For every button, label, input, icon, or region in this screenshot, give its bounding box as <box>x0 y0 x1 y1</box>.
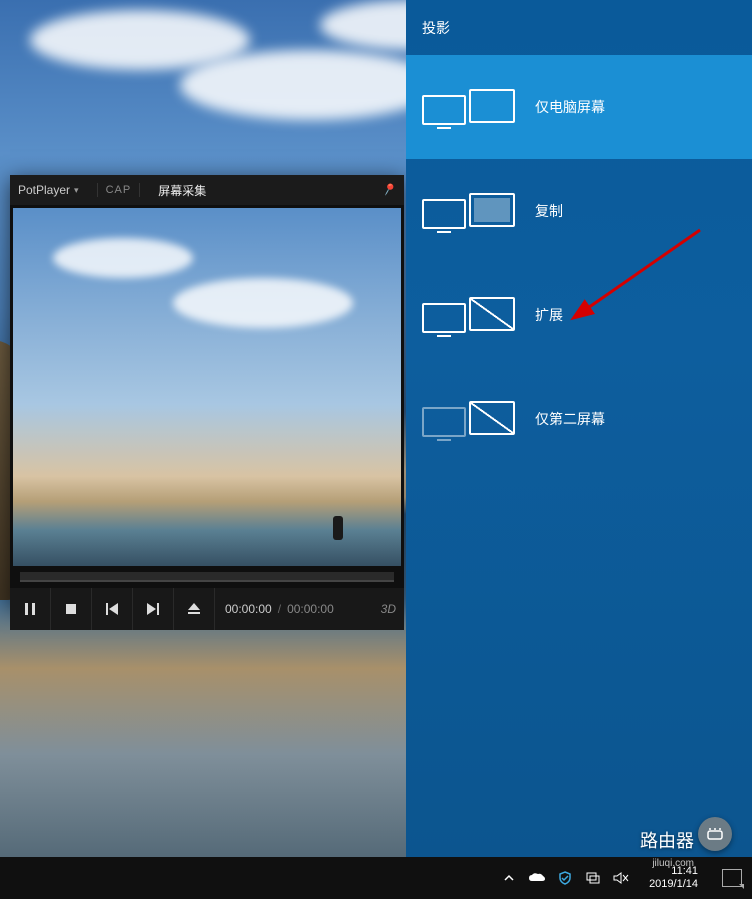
chevron-down-icon: ▾ <box>74 185 79 196</box>
watermark-subtext: jiluqi.com <box>652 858 694 869</box>
player-app-name: PotPlayer <box>18 183 70 197</box>
onedrive-icon[interactable] <box>529 870 545 886</box>
action-center-icon[interactable] <box>722 869 742 887</box>
divider <box>97 183 98 197</box>
time-separator: / <box>278 602 281 616</box>
panel-title: 投影 <box>406 0 752 55</box>
volume-muted-icon[interactable] <box>613 870 629 886</box>
divider <box>139 183 140 197</box>
total-time: 00:00:00 <box>287 602 334 616</box>
network-icon[interactable] <box>585 870 601 886</box>
seek-bar[interactable] <box>20 572 394 582</box>
project-option-pc-only[interactable]: 仅电脑屏幕 <box>406 55 752 159</box>
cloud-deco <box>180 50 440 120</box>
potplayer-window[interactable]: PotPlayer ▾ CAP 屏幕采集 📍 00:00:00 / <box>10 175 404 605</box>
taskbar[interactable]: 11:41 2019/1/14 <box>0 857 752 899</box>
option-label: 扩展 <box>535 305 563 325</box>
pin-icon[interactable]: 📍 <box>379 180 399 200</box>
project-option-extend[interactable]: 扩展 <box>406 263 752 367</box>
player-controls: 00:00:00 / 00:00:00 3D <box>10 588 404 630</box>
next-button[interactable] <box>133 588 174 630</box>
project-option-duplicate[interactable]: 复制 <box>406 159 752 263</box>
clock-date: 2019/1/14 <box>649 878 698 891</box>
watermark-text: 路由器 <box>640 827 694 853</box>
video-viewport[interactable] <box>13 208 401 566</box>
video-deco <box>333 516 343 540</box>
project-option-second-only[interactable]: 仅第二屏幕 <box>406 367 752 471</box>
stop-button[interactable] <box>51 588 92 630</box>
eject-button[interactable] <box>174 588 215 630</box>
media-title: 屏幕采集 <box>158 182 381 199</box>
capture-tag: CAP <box>106 184 132 196</box>
player-titlebar[interactable]: PotPlayer ▾ CAP 屏幕采集 📍 <box>10 175 404 205</box>
project-panel: 投影 仅电脑屏幕 复制 扩展 仅第二屏幕 <box>406 0 752 857</box>
security-icon[interactable] <box>557 870 573 886</box>
video-deco <box>53 238 193 278</box>
video-deco <box>173 278 353 328</box>
pause-button[interactable] <box>10 588 51 630</box>
pc-only-icon <box>422 89 515 125</box>
second-only-icon <box>422 401 515 437</box>
time-display: 00:00:00 / 00:00:00 <box>215 588 381 630</box>
system-tray: 11:41 2019/1/14 <box>501 865 742 891</box>
prev-button[interactable] <box>92 588 133 630</box>
extend-icon <box>422 297 515 333</box>
player-menu-button[interactable]: PotPlayer ▾ <box>18 183 89 197</box>
duplicate-icon <box>422 193 515 229</box>
current-time: 00:00:00 <box>225 602 272 616</box>
option-label: 复制 <box>535 201 563 221</box>
tray-chevron-up-icon[interactable] <box>501 870 517 886</box>
option-label: 仅第二屏幕 <box>535 409 605 429</box>
3d-toggle[interactable]: 3D <box>381 588 404 630</box>
option-label: 仅电脑屏幕 <box>535 97 605 117</box>
watermark-badge <box>698 817 732 851</box>
